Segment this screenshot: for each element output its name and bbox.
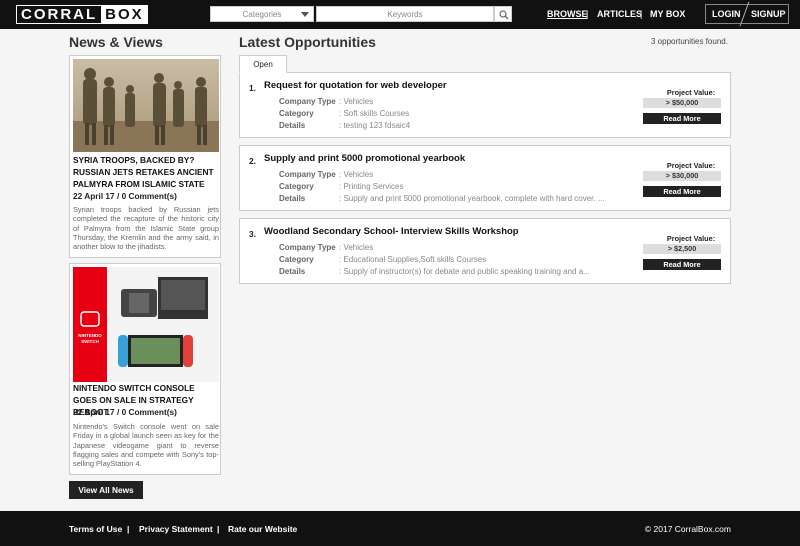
news-title[interactable]: SYRIA TROOPS, BACKED BY? RUSSIAN JETS RE…: [73, 154, 219, 190]
category-row: Category : Printing Services: [279, 182, 403, 191]
opportunity-item: 1. Request for quotation for web develop…: [239, 72, 731, 138]
opportunity-number: 3.: [249, 229, 256, 239]
signup-button[interactable]: SIGNUP: [749, 9, 786, 19]
opportunity-title[interactable]: Request for quotation for web developer: [264, 80, 447, 91]
opportunity-item: 3. Woodland Secondary School- Interview …: [239, 218, 731, 284]
results-count: 3 opportunities found.: [651, 37, 728, 46]
news-meta: 22 April 17 / 0 Comment(s): [73, 407, 177, 417]
field-label: Company Type: [279, 170, 336, 179]
nav-my-box[interactable]: MY BOX: [650, 9, 685, 19]
details-row: Details : Supply and print 5000 promotion…: [279, 194, 604, 203]
opportunities-heading: Latest Opportunities: [239, 34, 376, 50]
opportunity-number: 2.: [249, 156, 256, 166]
field-label: Category: [279, 182, 314, 191]
company-type-value: : Vehicles: [339, 97, 374, 106]
search-icon: [499, 10, 509, 20]
details-row: Details : Supply of instructor(s) for deb…: [279, 267, 590, 276]
login-button[interactable]: LOGIN: [706, 9, 744, 19]
nav-articles[interactable]: ARTICLES: [597, 9, 642, 19]
news-image-nintendo-switch[interactable]: NINTENDO SWITCH: [73, 267, 219, 382]
nav-separator: |: [640, 9, 643, 19]
news-image-soldiers[interactable]: [73, 59, 219, 152]
news-card[interactable]: SYRIA TROOPS, BACKED BY? RUSSIAN JETS RE…: [69, 55, 221, 258]
footer-link-rate[interactable]: Rate our Website: [228, 524, 297, 534]
field-label: Details: [279, 267, 306, 276]
search-button[interactable]: [494, 6, 512, 22]
nav-separator: |: [586, 9, 589, 19]
project-value: > $30,000: [643, 171, 721, 181]
category-value: : Soft skills Courses: [339, 109, 410, 118]
footer-separator: |: [127, 524, 130, 534]
field-label: Company Type: [279, 97, 336, 106]
footer: Terms of Use | Privacy Statement | Rate …: [0, 511, 800, 546]
field-label: Company Type: [279, 243, 336, 252]
read-more-button[interactable]: Read More: [643, 259, 721, 270]
read-more-button[interactable]: Read More: [643, 113, 721, 124]
corralbox-logo[interactable]: CORRAL BOX: [16, 5, 148, 24]
company-type-value: : Vehicles: [339, 243, 374, 252]
copyright-text: © 2017 CorralBox.com: [644, 524, 731, 534]
news-excerpt: Nintendo's Switch console went on sale F…: [73, 422, 219, 469]
category-row: Category : Educational Supplies,Soft skil…: [279, 255, 486, 264]
project-value-label: Project Value:: [666, 234, 716, 243]
nav-browse[interactable]: BROWSE: [547, 9, 588, 19]
opportunity-title[interactable]: Supply and print 5000 promotional yearbo…: [264, 153, 465, 164]
tab-open[interactable]: Open: [239, 55, 287, 73]
field-label: Details: [279, 194, 306, 203]
project-value-label: Project Value:: [666, 161, 716, 170]
category-row: Category : Soft skills Courses: [279, 109, 409, 118]
company-type-row: Company Type: Vehicles: [279, 243, 373, 252]
chevron-down-icon: [301, 12, 309, 17]
details-row: Details : testing 123 fdsaic4: [279, 121, 410, 130]
field-label: Category: [279, 255, 314, 264]
project-value: > $2,500: [643, 244, 721, 254]
keywords-input[interactable]: [316, 6, 494, 22]
company-type-value: : Vehicles: [339, 170, 374, 179]
read-more-button[interactable]: Read More: [643, 186, 721, 197]
project-value: > $50,000: [643, 98, 721, 108]
auth-box: LOGIN SIGNUP: [705, 1, 789, 27]
news-excerpt: Syrian troops backed by Russian jets com…: [73, 205, 219, 252]
field-label: Details: [279, 121, 306, 130]
details-value: : Supply of instructor(s) for debate and…: [339, 267, 590, 276]
footer-link-terms[interactable]: Terms of Use: [69, 524, 122, 534]
svg-text:SWITCH: SWITCH: [81, 339, 99, 344]
company-type-row: Company Type: Vehicles: [279, 97, 373, 106]
news-card[interactable]: NINTENDO SWITCH NINTENDO SWITCH CONSOLE …: [69, 263, 221, 475]
logo-text-right: BOX: [101, 6, 147, 23]
project-value-label: Project Value:: [666, 88, 716, 97]
footer-link-privacy[interactable]: Privacy Statement: [139, 524, 213, 534]
opportunity-title[interactable]: Woodland Secondary School- Interview Ski…: [264, 226, 519, 237]
view-all-news-button[interactable]: View All News: [69, 481, 143, 499]
footer-separator: |: [217, 524, 220, 534]
logo-text-left: CORRAL: [21, 6, 98, 23]
category-value: : Printing Services: [339, 182, 404, 191]
categories-select-label: Categories: [242, 9, 282, 19]
svg-text:NINTENDO: NINTENDO: [78, 333, 102, 338]
news-meta: 22 April 17 / 0 Comment(s): [73, 191, 177, 201]
news-heading: News & Views: [69, 34, 163, 50]
top-nav-bar: CORRAL BOX Categories BROWSE | ARTICLES …: [0, 0, 800, 29]
company-type-row: Company Type: Vehicles: [279, 170, 373, 179]
category-value: : Educational Supplies,Soft skills Cours…: [339, 255, 487, 264]
categories-select[interactable]: Categories: [210, 6, 314, 22]
details-value: : Supply and print 5000 promotional year…: [339, 194, 605, 203]
field-label: Category: [279, 109, 314, 118]
details-value: : testing 123 fdsaic4: [339, 121, 411, 130]
opportunity-item: 2. Supply and print 5000 promotional yea…: [239, 145, 731, 211]
opportunity-number: 1.: [249, 83, 256, 93]
